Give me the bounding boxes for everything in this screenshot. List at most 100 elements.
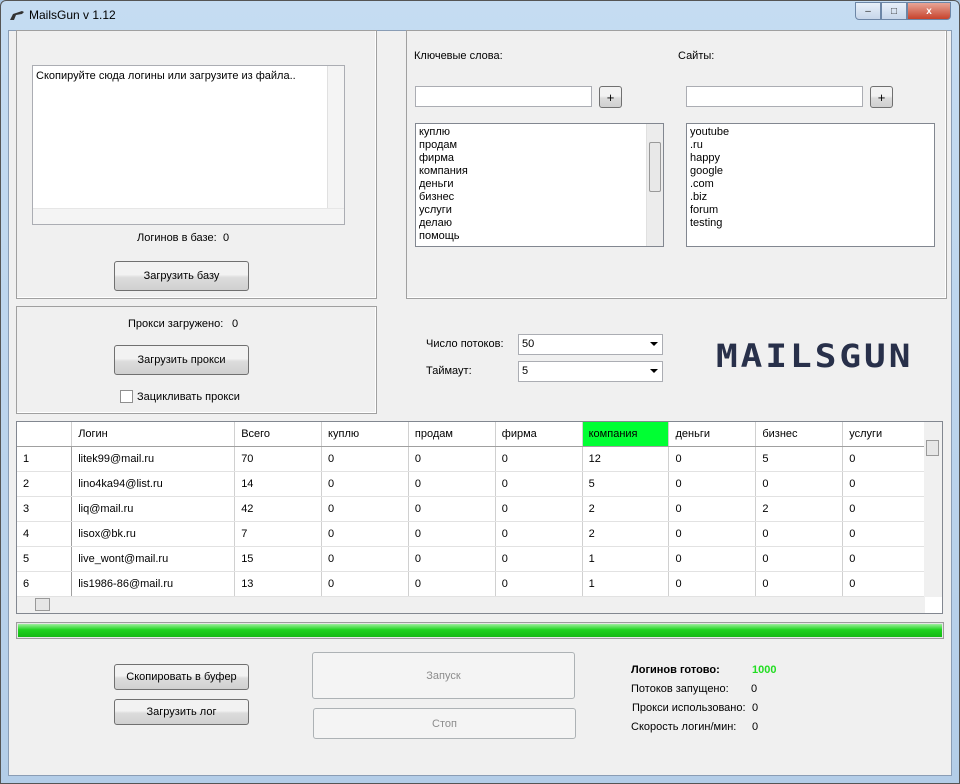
row-number: 1 [17,446,73,472]
proxy-used-value: 0 [752,702,759,714]
column-header[interactable]: фирма [495,422,583,447]
keyword-item[interactable]: бизнес [419,191,660,204]
timeout-label: Таймаут: [426,365,472,377]
table-row[interactable]: 6lis1986-86@mail.ru1300010000 [17,571,942,597]
column-header[interactable]: деньги [668,422,757,447]
table-cell: 0 [321,571,409,597]
site-item[interactable]: youtube [690,126,931,139]
site-item[interactable]: .ru [690,139,931,152]
gun-icon [10,11,24,20]
logins-placeholder: Скопируйте сюда логины или загрузите из … [36,70,296,82]
table-cell: 1 [582,571,670,597]
column-header[interactable]: продам [408,422,496,447]
table-cell: 0 [321,446,409,472]
table-cell: 0 [321,546,409,572]
logins-textarea[interactable]: Скопируйте сюда логины или загрузите из … [32,65,345,225]
logins-vscrollbar[interactable] [327,66,344,208]
site-item[interactable]: google [690,165,931,178]
site-item[interactable]: testing [690,217,931,230]
row-number: 6 [17,571,73,597]
sites-list[interactable]: youtube .ru happy google .com .biz forum testin… [686,123,935,247]
table-hscrollbar[interactable] [17,597,925,613]
column-header[interactable] [17,422,73,447]
mailsgun-logo: MAILSGUN [716,338,914,375]
copy-to-clipboard-button[interactable]: Скопировать в буфер [114,664,249,690]
threads-started-value: 0 [751,683,758,695]
site-item[interactable]: forum [690,204,931,217]
table-vscrollbar[interactable] [924,422,942,597]
table-cell: 0 [755,546,844,572]
keyword-item[interactable]: продам [419,139,660,152]
close-button[interactable]: x [907,2,951,20]
loop-proxy-checkbox[interactable] [120,390,133,403]
maximize-button[interactable]: □ [881,2,907,20]
table-cell: 0 [668,446,757,472]
keywords-label: Ключевые слова: [414,50,503,62]
load-proxy-button[interactable]: Загрузить прокси [114,345,249,375]
table-cell: 0 [842,521,931,547]
table-cell: 0 [755,571,844,597]
threads-label: Число потоков: [426,338,504,350]
table-cell: 0 [755,521,844,547]
add-site-button[interactable]: + [870,86,893,108]
keywords-list[interactable]: куплю продам фирма компания деньги бизнес услу… [415,123,664,247]
table-cell: 0 [321,471,409,497]
table-cell: live_wont@mail.ru [71,546,236,572]
table-row[interactable]: 2lino4ka94@list.ru1400050000 [17,471,942,497]
minimize-button[interactable]: – [855,2,881,20]
add-keyword-button[interactable]: + [599,86,622,108]
row-number: 4 [17,521,73,547]
ready-value: 1000 [752,664,777,676]
load-base-button[interactable]: Загрузить базу [114,261,249,291]
table-row[interactable]: 4lisox@bk.ru700020000 [17,521,942,547]
site-item[interactable]: .com [690,178,931,191]
row-number: 2 [17,471,73,497]
table-cell: 0 [668,546,757,572]
keyword-item[interactable]: делаю [419,217,660,230]
keyword-item[interactable]: услуги [419,204,660,217]
table-cell: 0 [495,521,583,547]
column-header[interactable]: куплю [321,422,409,447]
table-cell: 0 [755,471,844,497]
table-cell: lis1986-86@mail.ru [71,571,236,597]
table-cell: 0 [495,571,583,597]
threads-select[interactable]: 50 [518,334,663,355]
table-cell: 15 [234,546,323,572]
keyword-item[interactable]: куплю [419,126,660,139]
table-row[interactable]: 5live_wont@mail.ru1500010000 [17,546,942,572]
load-log-button[interactable]: Загрузить лог [114,699,249,725]
table-cell: 0 [495,546,583,572]
keyword-item[interactable]: помощь [419,230,660,243]
timeout-select[interactable]: 5 [518,361,663,382]
keyword-item[interactable]: фирма [419,152,660,165]
table-row[interactable]: 3liq@mail.ru4200020200 [17,496,942,522]
keyword-item[interactable]: деньги [419,178,660,191]
sites-label: Сайты: [678,50,715,62]
table-cell: litek99@mail.ru [71,446,236,472]
site-item[interactable]: happy [690,152,931,165]
keyword-input[interactable] [415,86,592,107]
start-button[interactable]: Запуск [312,652,575,699]
column-header[interactable]: компания [582,422,670,447]
column-header[interactable]: бизнес [755,422,844,447]
table-cell: 0 [495,496,583,522]
speed-value: 0 [752,721,759,733]
table-row[interactable]: 1litek99@mail.ru70000120500 [17,446,942,472]
column-header[interactable]: Всего [234,422,323,447]
table-cell: 0 [842,471,931,497]
table-cell: 2 [582,496,670,522]
site-item[interactable]: .biz [690,191,931,204]
column-header[interactable]: Логин [71,422,236,447]
keywords-scrollbar[interactable] [646,124,663,246]
table-cell: 13 [234,571,323,597]
logins-hscrollbar[interactable] [33,208,344,224]
proxy-count-label: Прокси загружено: [128,318,224,330]
column-header[interactable]: услуги [842,422,931,447]
site-input[interactable] [686,86,863,107]
keyword-item[interactable]: компания [419,165,660,178]
table-cell: 7 [234,521,323,547]
results-table[interactable]: Логин Всего куплю продам фирма компания деньги… [16,421,943,614]
stop-button[interactable]: Стоп [313,708,576,739]
table-cell: 0 [321,521,409,547]
table-cell: 0 [668,521,757,547]
